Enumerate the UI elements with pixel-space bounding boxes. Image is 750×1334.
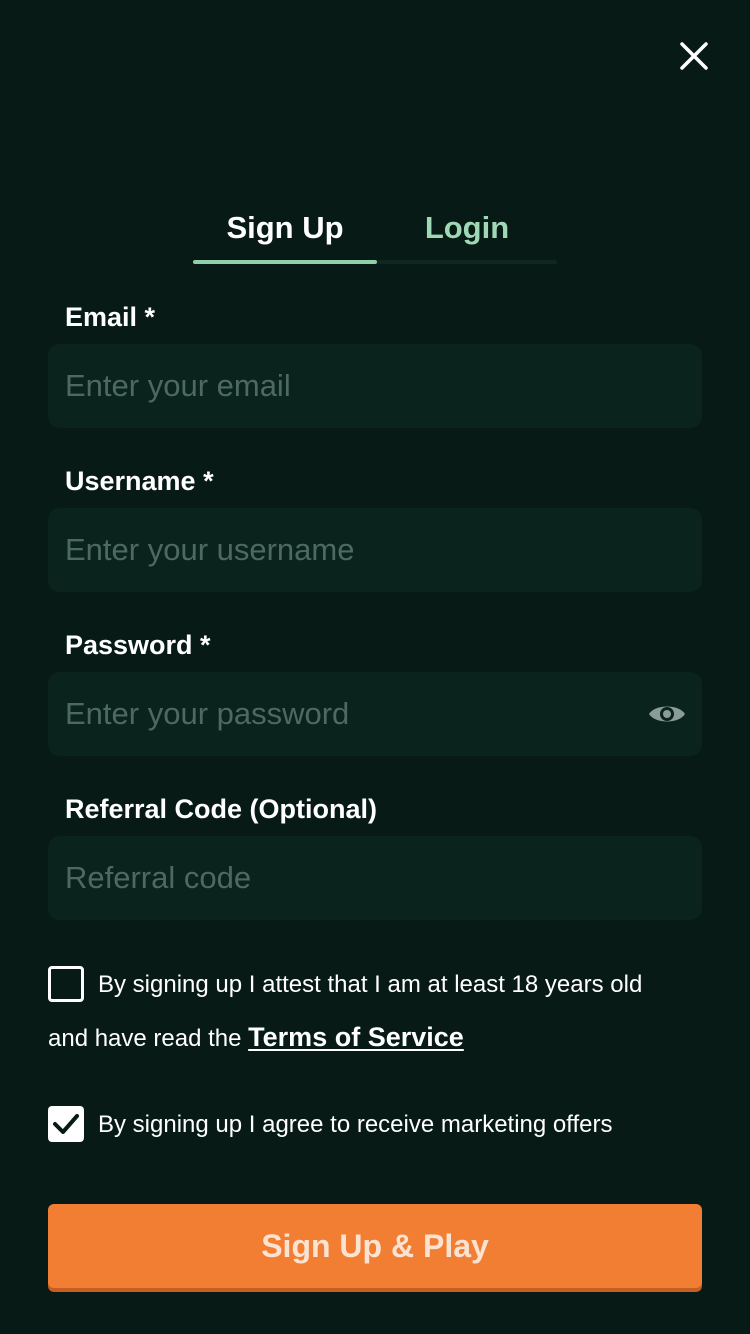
marketing-checkbox[interactable] xyxy=(48,1106,84,1142)
password-field[interactable]: Enter your password xyxy=(48,672,702,756)
password-visibility-toggle[interactable] xyxy=(648,696,686,732)
age-consent-text: By signing up I attest that I am at leas… xyxy=(98,971,643,998)
auth-tabs: Sign Up Login xyxy=(193,196,557,264)
terms-of-service-link[interactable]: Terms of Service xyxy=(248,1022,464,1052)
tab-sign-up[interactable]: Sign Up xyxy=(193,196,377,260)
sign-up-and-play-button[interactable]: Sign Up & Play xyxy=(48,1204,702,1288)
password-placeholder: Enter your password xyxy=(65,696,350,731)
close-button[interactable] xyxy=(672,34,716,78)
password-label: Password * xyxy=(65,630,211,660)
email-label: Email * xyxy=(65,302,156,332)
referral-field[interactable]: Referral code xyxy=(48,836,702,920)
terms-consent-line: and have read the Terms of Service xyxy=(48,1022,464,1054)
age-terms-checkbox[interactable] xyxy=(48,966,84,1002)
email-placeholder: Enter your email xyxy=(65,368,291,403)
referral-placeholder: Referral code xyxy=(65,860,252,895)
referral-label: Referral Code (Optional) xyxy=(65,794,378,824)
active-tab-indicator xyxy=(193,260,377,264)
close-icon xyxy=(680,42,708,70)
username-label: Username * xyxy=(65,466,214,496)
email-field[interactable]: Enter your email xyxy=(48,344,702,428)
username-field[interactable]: Enter your username xyxy=(48,508,702,592)
marketing-consent-text: By signing up I agree to receive marketi… xyxy=(98,1111,613,1138)
eye-icon xyxy=(649,706,685,722)
tab-login[interactable]: Login xyxy=(377,196,557,260)
terms-consent-prefix: and have read the xyxy=(48,1025,242,1052)
username-placeholder: Enter your username xyxy=(65,532,355,567)
checkmark-icon xyxy=(53,1114,79,1134)
